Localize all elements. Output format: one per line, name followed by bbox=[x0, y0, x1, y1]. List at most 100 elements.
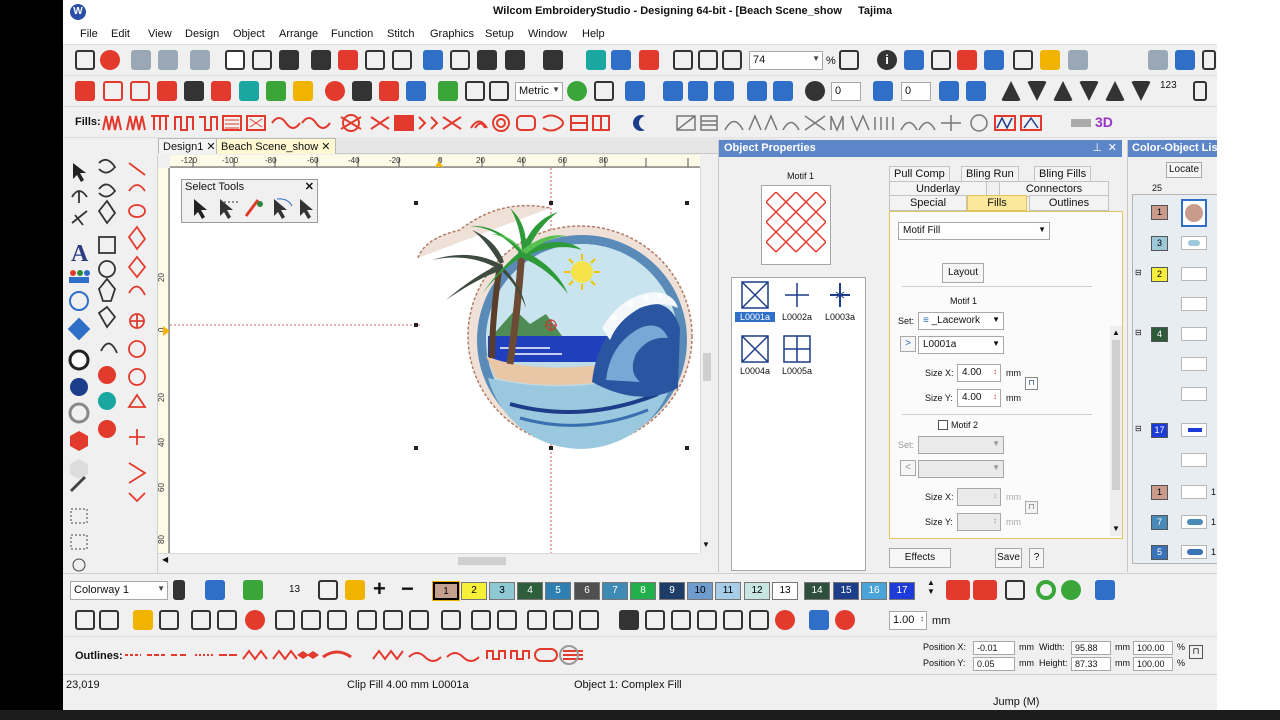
colorway-swatch-10[interactable]: 10 bbox=[687, 582, 713, 600]
layout-button[interactable]: Layout bbox=[942, 263, 984, 283]
paste-icon[interactable] bbox=[477, 50, 497, 70]
colorway-swatch-8[interactable]: 8 bbox=[630, 582, 656, 600]
align-left-icon[interactable] bbox=[275, 610, 295, 630]
scroll-down-arrow[interactable]: ▼ bbox=[702, 540, 710, 549]
ungroup-icon[interactable] bbox=[217, 610, 237, 630]
satin-icon[interactable] bbox=[75, 81, 95, 101]
proportional-lock-icon[interactable]: ⊓ bbox=[1189, 645, 1203, 659]
grid-icon[interactable] bbox=[1013, 50, 1033, 70]
size-3-icon[interactable] bbox=[579, 610, 599, 630]
subtract-icon[interactable] bbox=[697, 610, 717, 630]
rotation-input[interactable]: 0 bbox=[831, 82, 861, 101]
stamp-icon[interactable] bbox=[1040, 50, 1060, 70]
hoop-red-icon[interactable] bbox=[957, 50, 977, 70]
lock2-icon[interactable]: ⊓ bbox=[1025, 501, 1038, 514]
skew-2-icon[interactable] bbox=[773, 81, 793, 101]
object-thumb-1b[interactable] bbox=[1181, 485, 1207, 499]
angle-input[interactable]: 0 bbox=[901, 82, 931, 101]
properties-scrollbar[interactable]: ▲ ▼ bbox=[1110, 326, 1122, 536]
position-x-input[interactable]: -0.01 bbox=[973, 641, 1015, 655]
measure-circle-icon[interactable] bbox=[567, 81, 587, 101]
measure-icon[interactable] bbox=[931, 50, 951, 70]
branch-icon[interactable] bbox=[245, 610, 265, 630]
colorway-swatch-13[interactable]: 13 bbox=[772, 582, 798, 600]
color-wheel-icon[interactable] bbox=[1036, 580, 1056, 600]
bling-icon[interactable] bbox=[406, 81, 426, 101]
object-thumb-7[interactable] bbox=[1181, 515, 1207, 529]
motif-item-l0001a[interactable]: L0001a bbox=[735, 280, 775, 322]
eyedropper-icon[interactable] bbox=[318, 580, 338, 600]
scale-input[interactable]: 1.00 ↕ bbox=[889, 611, 927, 630]
align-top-icon[interactable] bbox=[357, 610, 377, 630]
thread-chart-icon[interactable] bbox=[946, 580, 970, 600]
size-y2-input[interactable]: ↕ bbox=[957, 513, 1001, 531]
wilcom-icon[interactable] bbox=[100, 50, 120, 70]
align-right-icon[interactable] bbox=[327, 610, 347, 630]
vertical-scrollbar[interactable]: ▼ bbox=[700, 168, 712, 553]
menu-file[interactable]: File bbox=[80, 28, 98, 40]
realistic-view-icon[interactable] bbox=[839, 50, 859, 70]
distribute-icon[interactable] bbox=[441, 610, 461, 630]
print-preview-icon[interactable] bbox=[392, 50, 412, 70]
mirror-diagonal-icon[interactable] bbox=[714, 81, 734, 101]
color-swatch-5[interactable]: 5 bbox=[1151, 545, 1168, 560]
colorway-swatch-4[interactable]: 4 bbox=[517, 582, 543, 600]
object-thumb-2b[interactable] bbox=[1181, 297, 1207, 311]
leaf-icon[interactable] bbox=[130, 81, 150, 101]
outline-shape-icon[interactable] bbox=[438, 81, 458, 101]
colorway-swatch-5[interactable]: 5 bbox=[545, 582, 571, 600]
beach-scene-design[interactable] bbox=[170, 168, 700, 553]
thread-chart-2-icon[interactable] bbox=[973, 580, 997, 600]
object-thumb-4c[interactable] bbox=[1181, 387, 1207, 401]
zoom-in-icon[interactable] bbox=[673, 50, 693, 70]
colorway-swatch-6[interactable]: 6 bbox=[574, 582, 600, 600]
tab-bling-run[interactable]: Bling Run bbox=[961, 166, 1019, 182]
motif-item-l0005a[interactable]: L0005a bbox=[777, 334, 817, 376]
move-bottom-icon[interactable] bbox=[1079, 81, 1099, 101]
close-icon[interactable]: ✕ bbox=[305, 180, 314, 194]
color-palette-icon[interactable] bbox=[205, 580, 225, 600]
object-thumb-2[interactable] bbox=[1181, 267, 1207, 281]
tatami-icon[interactable] bbox=[103, 81, 123, 101]
paint-bucket-icon[interactable] bbox=[345, 580, 365, 600]
height-input[interactable]: 87.33 bbox=[1071, 657, 1111, 671]
scroll-left-arrow[interactable]: ◀ bbox=[162, 555, 168, 564]
colorway-select[interactable]: Colorway 1 ▼ bbox=[70, 581, 168, 600]
color-swatch-4[interactable]: 4 bbox=[1151, 327, 1168, 342]
tab-design1[interactable]: Design1 ✕ bbox=[158, 138, 221, 154]
new-document-icon[interactable] bbox=[225, 50, 245, 70]
motif2-apply-button[interactable]: < bbox=[900, 460, 916, 476]
group-icon[interactable] bbox=[191, 610, 211, 630]
travel-icon[interactable] bbox=[611, 50, 631, 70]
grid-select-icon[interactable] bbox=[465, 81, 485, 101]
scroll-thumb[interactable] bbox=[458, 557, 506, 565]
rotate-icon[interactable] bbox=[805, 81, 825, 101]
colorway-swatch-1[interactable]: 1 bbox=[432, 581, 460, 601]
export-icon[interactable] bbox=[338, 50, 358, 70]
star-icon[interactable] bbox=[293, 81, 313, 101]
outline-circle-icon[interactable] bbox=[559, 645, 579, 665]
pointer-icon[interactable] bbox=[1193, 81, 1207, 101]
machine-icon[interactable] bbox=[904, 50, 924, 70]
units-select[interactable]: Metric ▼ bbox=[515, 82, 563, 101]
tab-beach-scene[interactable]: Beach Scene_show ✕ bbox=[216, 138, 336, 154]
tool-icons[interactable]: A bbox=[63, 155, 158, 573]
tab-bling-fills[interactable]: Bling Fills bbox=[1034, 166, 1092, 182]
tab-outlines[interactable]: Outlines bbox=[1029, 195, 1109, 211]
align-center-icon[interactable] bbox=[301, 610, 321, 630]
width-percent-input[interactable]: 100.00 bbox=[1133, 641, 1173, 655]
motif-item-l0003a[interactable]: L0003a bbox=[820, 280, 860, 322]
menu-object[interactable]: Object bbox=[233, 28, 265, 40]
info-icon[interactable]: i bbox=[877, 50, 897, 70]
tab-fills[interactable]: Fills bbox=[967, 195, 1027, 211]
colorway-swatch-9[interactable]: 9 bbox=[659, 582, 685, 600]
object-thumb-17b[interactable] bbox=[1181, 453, 1207, 467]
thread-icon[interactable] bbox=[158, 50, 178, 70]
open-folder-icon[interactable] bbox=[252, 50, 272, 70]
numbering-badge[interactable]: 123 bbox=[1160, 80, 1177, 91]
help-button[interactable]: ? bbox=[1029, 548, 1044, 568]
lock-icon[interactable]: ⊓ bbox=[1025, 377, 1038, 390]
color-swatch-17[interactable]: 17 bbox=[1151, 423, 1168, 438]
color-swatch-7[interactable]: 7 bbox=[1151, 515, 1168, 530]
object-thumb-4b[interactable] bbox=[1181, 357, 1207, 371]
